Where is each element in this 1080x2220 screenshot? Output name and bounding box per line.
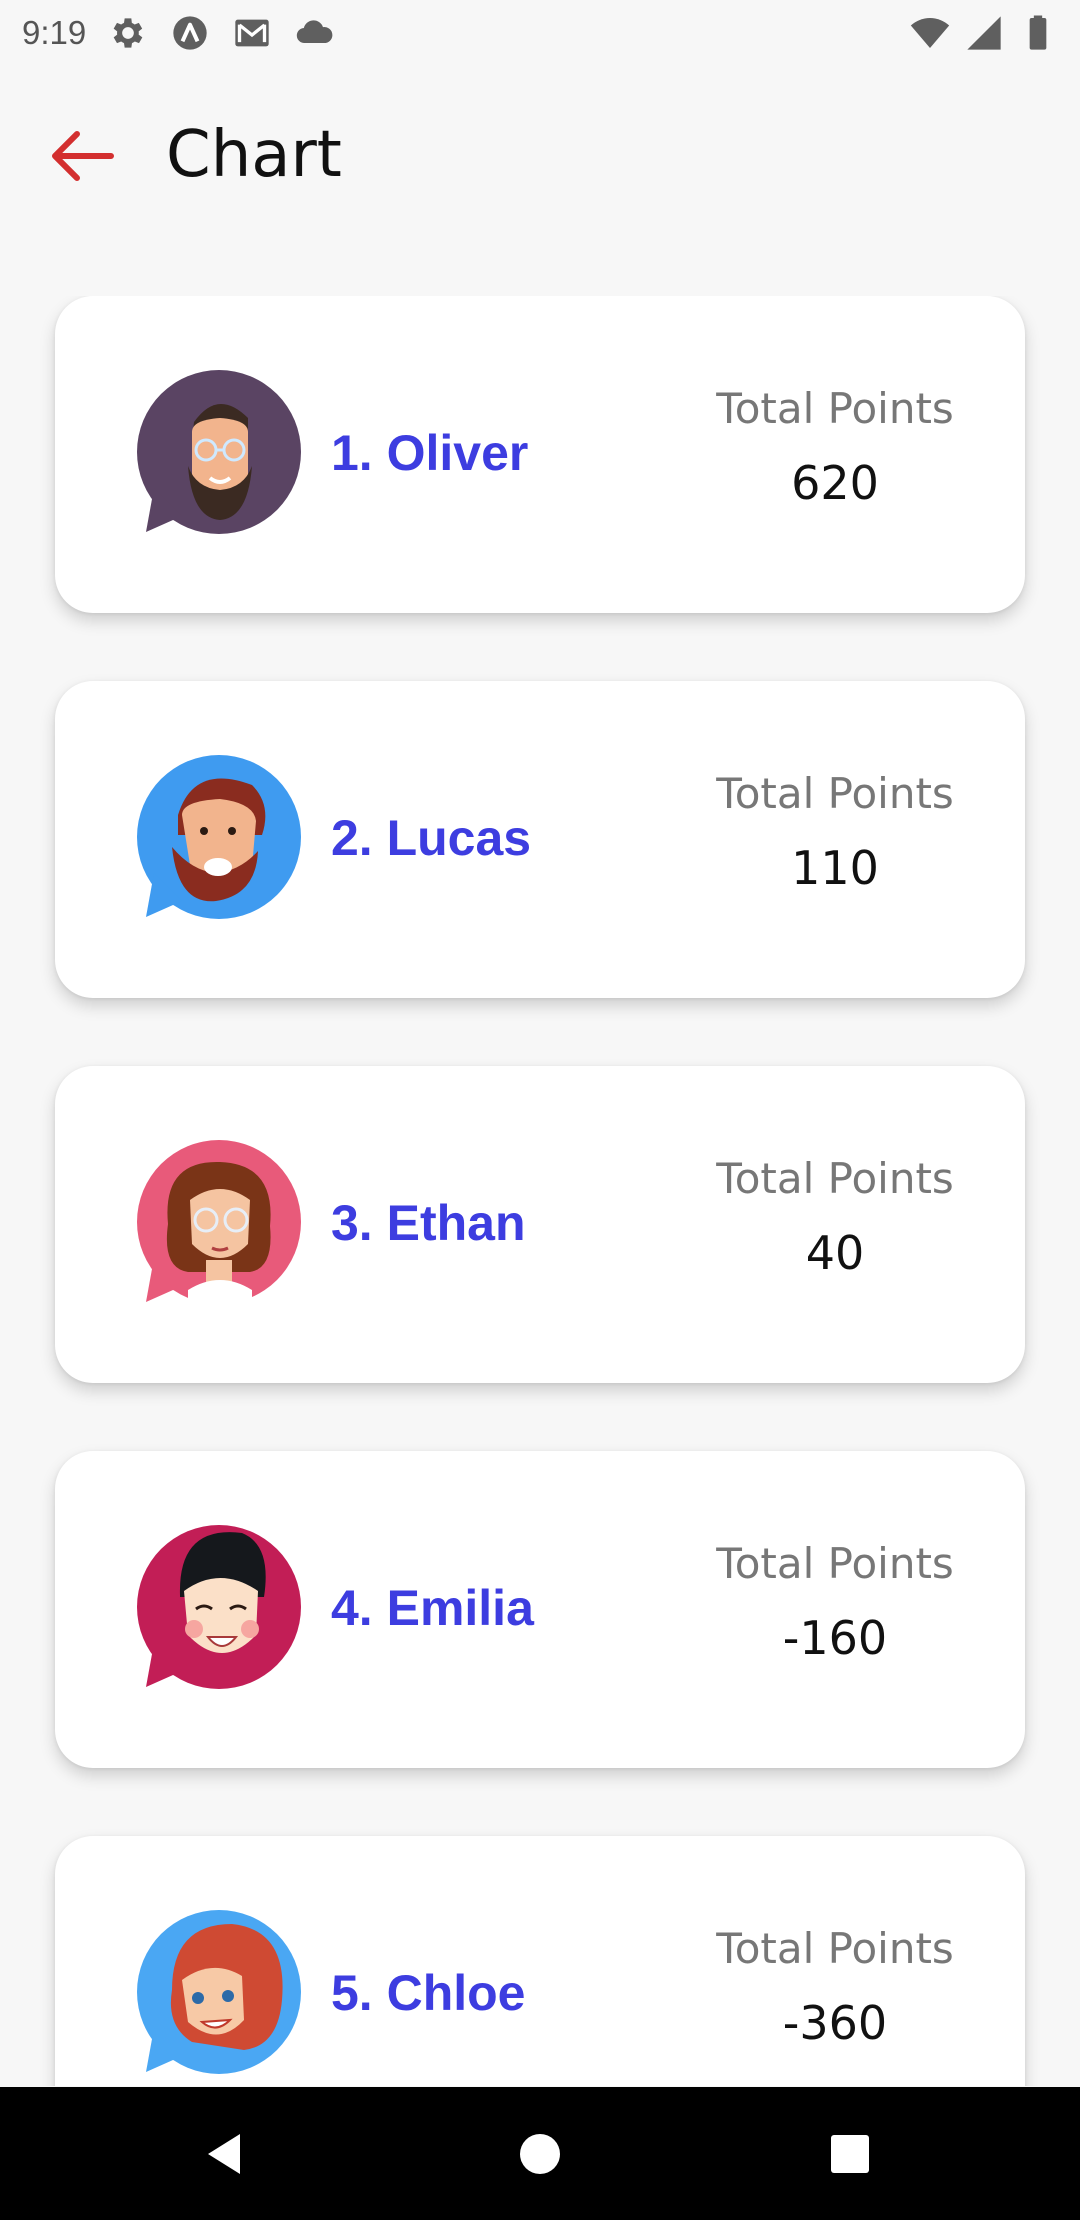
signal-icon bbox=[964, 13, 1004, 53]
player-card[interactable]: 1. Oliver Total Points 620 bbox=[55, 296, 1025, 613]
system-nav-bar bbox=[0, 2087, 1080, 2220]
player-card[interactable]: 2. Lucas Total Points 110 bbox=[55, 681, 1025, 998]
points-value: -360 bbox=[782, 1996, 888, 2050]
arrow-left-icon bbox=[52, 131, 114, 181]
status-time: 9:19 bbox=[22, 14, 87, 51]
battery-icon bbox=[1018, 13, 1058, 53]
bearded-man-glasses-avatar bbox=[132, 370, 302, 540]
points-label: Total Points bbox=[716, 1539, 954, 1588]
back-button[interactable] bbox=[44, 122, 120, 190]
cloud-icon bbox=[294, 13, 334, 53]
points-value: 620 bbox=[791, 456, 879, 510]
gear-icon bbox=[108, 13, 148, 53]
player-card[interactable]: 3. Ethan Total Points 40 bbox=[55, 1066, 1025, 1383]
points-value: 40 bbox=[805, 1226, 865, 1280]
player-name: 3. Ethan bbox=[331, 1195, 526, 1251]
nav-recents-button[interactable] bbox=[815, 2119, 885, 2189]
points-value: -160 bbox=[782, 1611, 888, 1665]
status-bar: 9:19 bbox=[0, 0, 1080, 66]
nav-back-button[interactable] bbox=[190, 2119, 260, 2189]
a-circle-icon bbox=[170, 13, 210, 53]
smiling-boy-avatar bbox=[132, 1525, 302, 1695]
nav-home-button[interactable] bbox=[505, 2119, 575, 2189]
page-title: Chart bbox=[166, 118, 342, 192]
back-triangle-icon bbox=[208, 2134, 240, 2174]
bearded-man-laughing-avatar bbox=[132, 755, 302, 925]
points-label: Total Points bbox=[716, 1924, 954, 1973]
player-name: 1. Oliver bbox=[331, 425, 529, 481]
player-card[interactable]: 4. Emilia Total Points -160 bbox=[55, 1451, 1025, 1768]
leaderboard-screen: 9:19 Chart 1. Oliver Total Points 620 2.… bbox=[0, 0, 1080, 2220]
points-label: Total Points bbox=[716, 384, 954, 433]
wifi-icon bbox=[910, 13, 950, 53]
player-card[interactable]: 5. Chloe Total Points -360 bbox=[55, 1836, 1025, 2086]
recents-square-icon bbox=[831, 2135, 869, 2173]
woman-curly-hair-glasses-avatar bbox=[132, 1140, 302, 1310]
home-circle-icon bbox=[520, 2134, 560, 2174]
points-label: Total Points bbox=[716, 769, 954, 818]
player-name: 2. Lucas bbox=[331, 810, 532, 866]
gmail-icon bbox=[232, 13, 272, 53]
red-haired-woman-avatar bbox=[132, 1910, 302, 2080]
player-name: 4. Emilia bbox=[331, 1580, 534, 1636]
status-right bbox=[910, 13, 1058, 53]
points-value: 110 bbox=[791, 841, 879, 895]
player-name: 5. Chloe bbox=[331, 1965, 526, 2021]
points-label: Total Points bbox=[716, 1154, 954, 1203]
app-bar: Chart bbox=[0, 96, 1080, 216]
leaderboard-list[interactable]: 1. Oliver Total Points 620 2. Lucas Tota bbox=[0, 296, 1080, 2086]
status-left: 9:19 bbox=[22, 13, 334, 53]
